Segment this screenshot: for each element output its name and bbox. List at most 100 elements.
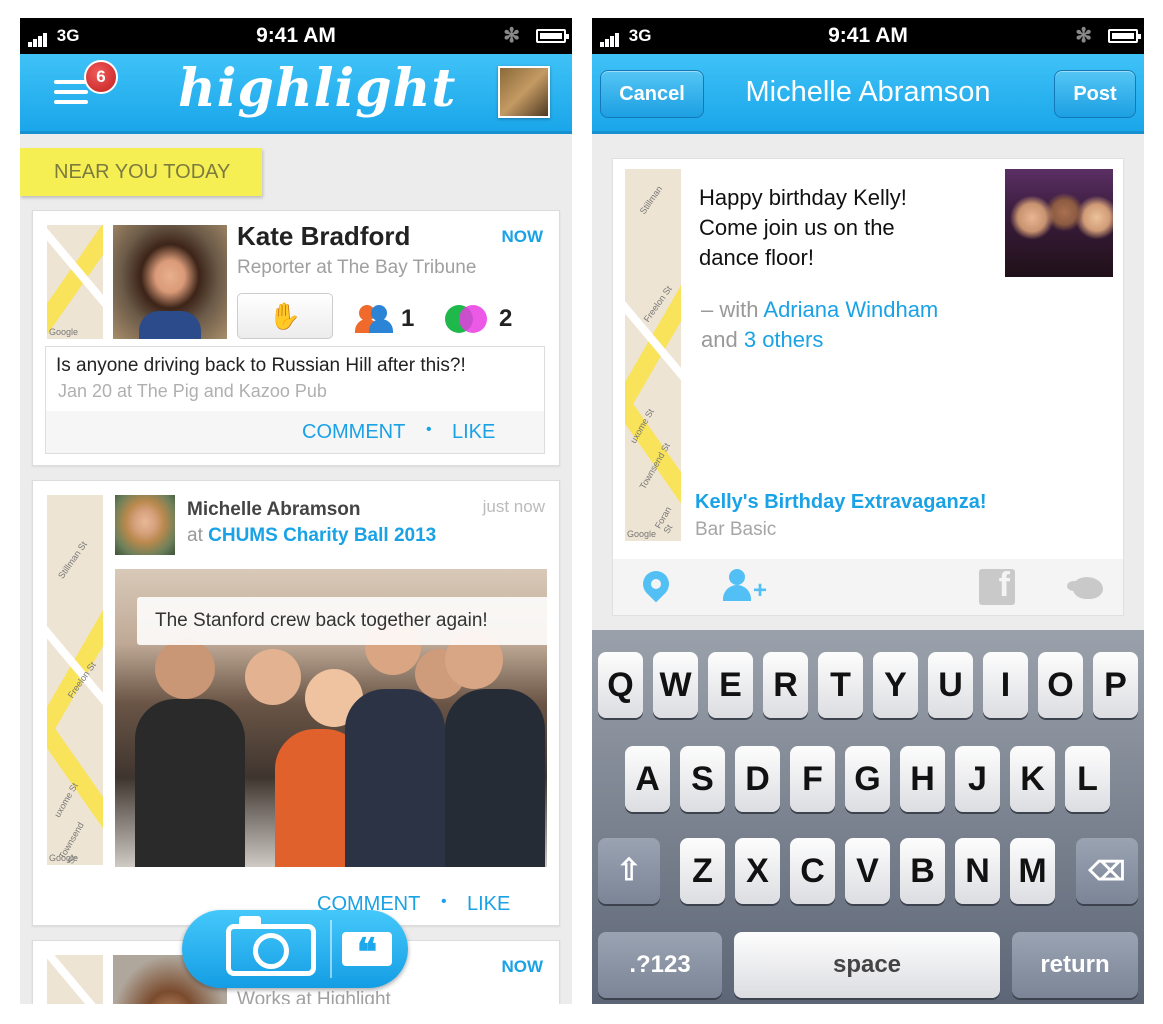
clock: 9:41 AM bbox=[828, 24, 908, 47]
numbers-key[interactable]: .?123 bbox=[598, 932, 722, 998]
key[interactable]: H bbox=[900, 746, 945, 812]
bluetooth-icon: ✻ bbox=[503, 25, 520, 47]
post-text: Is anyone driving back to Russian Hill a… bbox=[56, 355, 466, 376]
post-footer: COMMENT • LIKE bbox=[46, 411, 544, 453]
status-bar: 3G 9:41 AM ✻ bbox=[592, 18, 1144, 54]
compose-screen: 3G 9:41 AM ✻ Cancel Michelle Abramson Po… bbox=[592, 18, 1144, 1004]
key[interactable]: V bbox=[845, 838, 890, 904]
avatar[interactable] bbox=[115, 495, 175, 555]
avatar[interactable] bbox=[113, 225, 227, 339]
google-map-label: Google bbox=[49, 327, 79, 337]
like-link[interactable]: LIKE bbox=[452, 421, 495, 444]
key[interactable]: X bbox=[735, 838, 780, 904]
key[interactable]: F bbox=[790, 746, 835, 812]
clock: 9:41 AM bbox=[256, 24, 336, 47]
tagged-person-link[interactable]: Adriana Windham bbox=[763, 297, 938, 322]
common-interests-icon bbox=[445, 305, 489, 333]
notification-badge[interactable]: 6 bbox=[84, 60, 118, 94]
feed-screen: 3G 9:41 AM ✻ 6 highlight NEAR YOU TODAY … bbox=[20, 18, 572, 1004]
location-pin-icon[interactable] bbox=[637, 565, 675, 603]
venue-name: Bar Basic bbox=[695, 519, 777, 540]
key[interactable]: M bbox=[1010, 838, 1055, 904]
and-label: and bbox=[701, 327, 738, 352]
key[interactable]: T bbox=[818, 652, 863, 718]
quote-button[interactable]: ❝ bbox=[342, 932, 392, 972]
event-link[interactable]: CHUMS Charity Ball 2013 bbox=[208, 525, 436, 546]
twitter-icon[interactable] bbox=[1067, 573, 1105, 603]
key[interactable]: R bbox=[763, 652, 808, 718]
key[interactable]: E bbox=[708, 652, 753, 718]
menu-button[interactable] bbox=[54, 80, 88, 106]
post-button[interactable]: Post bbox=[1054, 70, 1136, 118]
event-title-link[interactable]: Kelly's Birthday Extravaganza! bbox=[695, 491, 987, 514]
photo-caption: The Stanford crew back together again! bbox=[137, 597, 557, 645]
key[interactable]: A bbox=[625, 746, 670, 812]
wave-hand-icon: ✋ bbox=[268, 301, 302, 331]
camera-button[interactable] bbox=[226, 916, 316, 976]
key[interactable]: K bbox=[1010, 746, 1055, 812]
person-name[interactable]: Kate Bradford bbox=[237, 221, 410, 252]
photo-post-card[interactable]: Stillman St Freelon St uxome St Townsend… bbox=[32, 480, 560, 926]
key[interactable]: L bbox=[1065, 746, 1110, 812]
map-thumbnail[interactable]: Google bbox=[47, 225, 103, 339]
key[interactable]: J bbox=[955, 746, 1000, 812]
key[interactable]: Z bbox=[680, 838, 725, 904]
street-label: Foran St bbox=[652, 504, 675, 536]
map-strip[interactable]: Stillman St Freelon St uxome St Townsend… bbox=[47, 495, 103, 865]
top-nav-bar: Cancel Michelle Abramson Post bbox=[592, 54, 1144, 134]
delete-key[interactable]: ⌫ bbox=[1076, 838, 1138, 904]
tagged-people: – with Adriana Windham and 3 others bbox=[701, 295, 938, 355]
separator-dot: • bbox=[426, 421, 432, 438]
event-line: at CHUMS Charity Ball 2013 bbox=[187, 525, 436, 547]
map-thumbnail[interactable] bbox=[47, 955, 103, 1004]
key[interactable]: Q bbox=[598, 652, 643, 718]
space-key[interactable]: space bbox=[734, 932, 1000, 998]
key[interactable]: G bbox=[845, 746, 890, 812]
with-prefix: – with bbox=[701, 297, 759, 322]
wave-button[interactable]: ✋ bbox=[237, 293, 333, 339]
message-text[interactable]: Happy birthday Kelly! Come join us on th… bbox=[699, 183, 907, 273]
post-time: NOW bbox=[501, 227, 543, 246]
quote-icon: ❝ bbox=[356, 929, 378, 974]
key[interactable]: I bbox=[983, 652, 1028, 718]
person-subtitle: Reporter at The Bay Tribune bbox=[237, 257, 477, 278]
key[interactable]: D bbox=[735, 746, 780, 812]
comment-link[interactable]: COMMENT bbox=[302, 421, 405, 444]
message-line: Happy birthday Kelly! bbox=[699, 185, 907, 210]
person-subtitle: Works at Highlight bbox=[237, 989, 391, 1004]
message-line: Come join us on the bbox=[699, 215, 895, 240]
street-label: Stillman St bbox=[56, 539, 89, 581]
facebook-icon[interactable]: f bbox=[979, 566, 1015, 605]
key[interactable]: C bbox=[790, 838, 835, 904]
post-time: NOW bbox=[501, 957, 543, 976]
compose-card: Stillman Freelon St uxome St Townsend St… bbox=[612, 158, 1124, 616]
shift-key[interactable]: ⇧ bbox=[598, 838, 660, 904]
key[interactable]: P bbox=[1093, 652, 1138, 718]
key[interactable]: W bbox=[653, 652, 698, 718]
like-link[interactable]: LIKE bbox=[467, 893, 510, 916]
at-label: at bbox=[187, 525, 203, 546]
key[interactable]: B bbox=[900, 838, 945, 904]
key[interactable]: Y bbox=[873, 652, 918, 718]
person-name[interactable]: Michelle Abramson bbox=[187, 499, 361, 521]
keyboard: Q W E R T Y U I O P A S D F G H J K L ⇧ … bbox=[592, 630, 1144, 1004]
others-link[interactable]: 3 others bbox=[744, 327, 824, 352]
key[interactable]: U bbox=[928, 652, 973, 718]
key[interactable]: S bbox=[680, 746, 725, 812]
key[interactable]: N bbox=[955, 838, 1000, 904]
return-key[interactable]: return bbox=[1012, 932, 1138, 998]
attached-photo[interactable] bbox=[1005, 169, 1113, 277]
compose-toolbar: + f bbox=[613, 559, 1123, 615]
key[interactable]: O bbox=[1038, 652, 1083, 718]
mutual-friends-count: 1 bbox=[401, 305, 415, 332]
person-card[interactable]: Google Kate Bradford NOW Reporter at The… bbox=[32, 210, 560, 466]
separator-dot: • bbox=[441, 893, 447, 910]
battery-icon bbox=[536, 29, 569, 43]
bluetooth-icon: ✻ bbox=[1075, 25, 1092, 47]
add-person-icon[interactable]: + bbox=[723, 569, 773, 605]
map-strip[interactable]: Stillman Freelon St uxome St Townsend St… bbox=[625, 169, 681, 541]
battery-icon bbox=[1108, 29, 1141, 43]
app-logo: highlight bbox=[178, 58, 457, 119]
facebook-letter: f bbox=[998, 566, 1010, 604]
profile-avatar[interactable] bbox=[498, 66, 550, 118]
